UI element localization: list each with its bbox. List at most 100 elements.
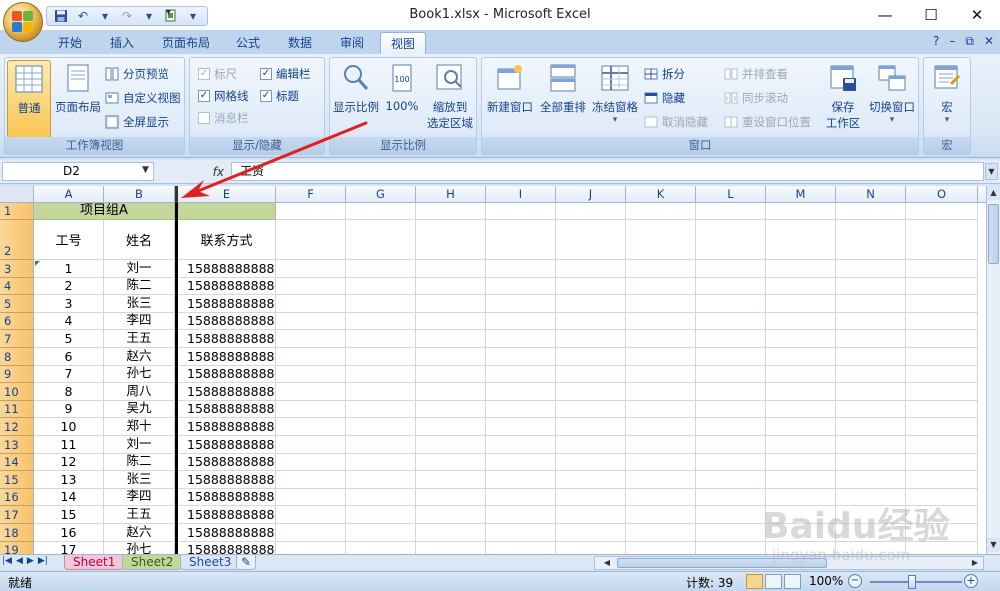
- tab-review[interactable]: 审阅: [330, 32, 374, 54]
- empty-cell[interactable]: [836, 330, 906, 348]
- empty-cell[interactable]: [486, 220, 556, 260]
- page-layout-view-button[interactable]: 页面布局: [53, 60, 103, 115]
- empty-cell[interactable]: [906, 488, 978, 507]
- empty-cell[interactable]: [486, 295, 556, 313]
- column-header-l[interactable]: L: [696, 186, 766, 203]
- arrange-all-button[interactable]: 全部重排: [538, 60, 588, 115]
- empty-cell[interactable]: [766, 400, 836, 419]
- empty-cell[interactable]: [556, 400, 626, 419]
- empty-cell[interactable]: [416, 400, 486, 419]
- row-header[interactable]: 5: [0, 295, 34, 313]
- empty-cell[interactable]: [906, 220, 978, 260]
- cell-phone[interactable]: 15888888888: [178, 524, 276, 542]
- empty-cell[interactable]: [416, 418, 486, 436]
- sheet-tab-sheet3[interactable]: Sheet3: [180, 555, 241, 570]
- cell-employee-name[interactable]: 赵六: [104, 524, 175, 542]
- empty-cell[interactable]: [766, 348, 836, 366]
- empty-cell[interactable]: [346, 260, 416, 278]
- empty-cell[interactable]: [556, 436, 626, 454]
- cell-employee-id[interactable]: 11: [34, 436, 104, 454]
- empty-cell[interactable]: [416, 312, 486, 331]
- empty-cell[interactable]: [486, 260, 556, 278]
- scroll-up-icon[interactable]: ▲: [987, 186, 1000, 200]
- empty-cell[interactable]: [486, 383, 556, 401]
- merged-header-cell[interactable]: 项目组A: [34, 203, 175, 220]
- empty-cell[interactable]: [696, 471, 766, 489]
- empty-cell[interactable]: [906, 330, 978, 348]
- cell-phone[interactable]: 15888888888: [178, 348, 276, 366]
- empty-cell[interactable]: [766, 524, 836, 542]
- cell-phone[interactable]: 15888888888: [178, 400, 276, 419]
- empty-cell[interactable]: [836, 436, 906, 454]
- empty-cell[interactable]: [346, 295, 416, 313]
- cell-phone[interactable]: 15888888888: [178, 260, 276, 278]
- empty-cell[interactable]: [486, 365, 556, 384]
- empty-cell[interactable]: [906, 471, 978, 489]
- empty-cell[interactable]: [276, 436, 346, 454]
- cell-phone[interactable]: 15888888888: [178, 471, 276, 489]
- horizontal-scrollbar[interactable]: ◀ ▶: [594, 556, 984, 570]
- empty-cell[interactable]: [276, 260, 346, 278]
- cell-employee-id[interactable]: 12: [34, 453, 104, 472]
- cell-phone[interactable]: 15888888888: [178, 383, 276, 401]
- empty-cell[interactable]: [766, 277, 836, 296]
- empty-cell[interactable]: [556, 488, 626, 507]
- empty-cell[interactable]: [416, 295, 486, 313]
- empty-cell[interactable]: [556, 220, 626, 260]
- zoom-100-button[interactable]: 100 100%: [382, 60, 422, 113]
- empty-cell[interactable]: [906, 453, 978, 472]
- cell-phone[interactable]: 15888888888: [178, 453, 276, 472]
- next-sheet-icon[interactable]: ▶: [27, 556, 34, 566]
- empty-cell[interactable]: [416, 524, 486, 542]
- empty-cell[interactable]: [346, 453, 416, 472]
- ruler-checkbox[interactable]: ✓ 标尺: [198, 64, 237, 84]
- empty-cell[interactable]: [836, 524, 906, 542]
- row-header[interactable]: 17: [0, 506, 34, 524]
- cell-employee-name[interactable]: 王五: [104, 506, 175, 524]
- column-header-k[interactable]: K: [626, 186, 696, 203]
- cell-employee-id[interactable]: 17: [34, 541, 104, 554]
- office-button[interactable]: [3, 2, 43, 42]
- row-header[interactable]: 6: [0, 312, 34, 331]
- empty-cell[interactable]: [836, 400, 906, 419]
- scroll-left-icon[interactable]: ◀: [601, 557, 613, 569]
- empty-cell[interactable]: [276, 471, 346, 489]
- cell-employee-id[interactable]: 5: [34, 330, 104, 348]
- empty-cell[interactable]: [556, 541, 626, 554]
- empty-cell[interactable]: [626, 277, 696, 296]
- row-header[interactable]: 12: [0, 418, 34, 436]
- empty-cell[interactable]: [346, 506, 416, 524]
- cell-employee-name[interactable]: 赵六: [104, 348, 175, 366]
- empty-cell[interactable]: [486, 400, 556, 419]
- empty-cell[interactable]: [346, 418, 416, 436]
- unhide-button[interactable]: 取消隐藏: [644, 112, 708, 132]
- empty-cell[interactable]: [346, 436, 416, 454]
- empty-cell[interactable]: [696, 277, 766, 296]
- empty-cell[interactable]: [626, 418, 696, 436]
- tab-page-layout[interactable]: 页面布局: [152, 32, 220, 54]
- cell-employee-id[interactable]: 7: [34, 365, 104, 384]
- empty-cell[interactable]: [696, 418, 766, 436]
- cell-employee-name[interactable]: 张三: [104, 471, 175, 489]
- zoom-slider-knob[interactable]: [908, 575, 916, 589]
- empty-cell[interactable]: [486, 506, 556, 524]
- empty-cell[interactable]: [836, 453, 906, 472]
- gridlines-checkbox[interactable]: ✓ 网格线: [198, 86, 249, 106]
- cell-phone[interactable]: 15888888888: [178, 330, 276, 348]
- empty-cell[interactable]: [696, 330, 766, 348]
- empty-cell[interactable]: [766, 260, 836, 278]
- empty-cell[interactable]: [276, 312, 346, 331]
- reset-window-position-button[interactable]: 重设窗口位置: [724, 112, 811, 132]
- cell-employee-id[interactable]: 4: [34, 312, 104, 331]
- empty-cell[interactable]: [416, 260, 486, 278]
- save-workspace-button[interactable]: 保存 工作区: [820, 60, 866, 131]
- empty-cell[interactable]: [346, 348, 416, 366]
- empty-cell[interactable]: [836, 312, 906, 331]
- empty-cell[interactable]: [416, 383, 486, 401]
- empty-cell[interactable]: [416, 365, 486, 384]
- empty-cell[interactable]: [346, 524, 416, 542]
- cell-phone[interactable]: 15888888888: [178, 436, 276, 454]
- normal-view-status-icon[interactable]: [746, 574, 763, 589]
- empty-cell[interactable]: [556, 277, 626, 296]
- cell-phone[interactable]: 15888888888: [178, 418, 276, 436]
